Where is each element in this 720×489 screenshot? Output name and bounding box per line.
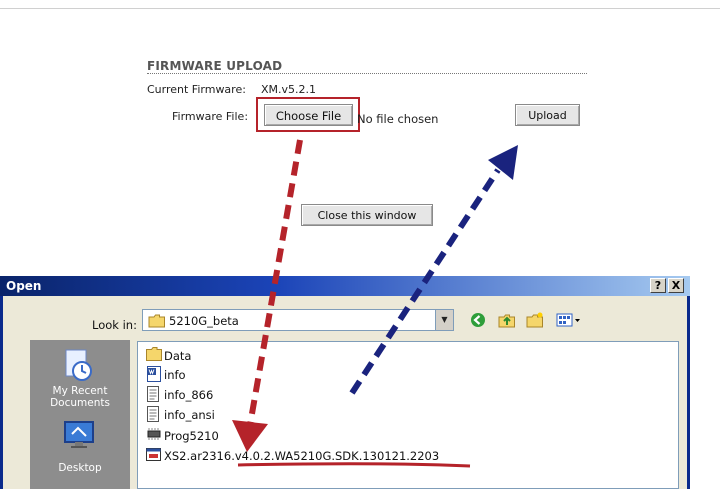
firmware-file-label: Firmware File:	[172, 110, 249, 123]
folder-icon	[146, 347, 162, 364]
dialog-titlebar[interactable]: Open ? X	[0, 276, 690, 296]
text-file-icon	[146, 386, 160, 405]
file-list[interactable]: Data info info_866 info_ansi Prog5210 XS…	[137, 341, 679, 489]
chip-icon	[146, 427, 162, 444]
new-folder-icon[interactable]	[526, 312, 544, 332]
current-firmware-label: Current Firmware:	[147, 83, 246, 96]
help-button[interactable]: ?	[650, 278, 666, 293]
blue-arrow-head	[488, 145, 518, 180]
dialog-title: Open	[6, 279, 42, 293]
current-firmware-value: XM.v5.2.1	[261, 83, 317, 96]
desktop-icon[interactable]	[63, 420, 95, 454]
dialog-close-button[interactable]: X	[668, 278, 684, 293]
file-name: info_866	[164, 388, 214, 402]
file-name: info	[164, 368, 186, 382]
look-in-value: 5210G_beta	[169, 314, 239, 328]
back-icon[interactable]	[470, 312, 486, 332]
look-in-dropdown[interactable]: 5210G_beta ▼	[142, 309, 454, 331]
close-window-button[interactable]: Close this window	[301, 204, 433, 226]
text-file-icon	[146, 406, 160, 425]
no-file-chosen-text: No file chosen	[357, 112, 439, 126]
heading-divider	[147, 73, 587, 74]
recent-documents-icon[interactable]	[62, 348, 96, 386]
places-bar: My Recent Documents Desktop	[30, 340, 130, 489]
file-name: info_ansi	[164, 408, 215, 422]
folder-icon	[148, 313, 166, 332]
top-divider	[0, 8, 720, 9]
look-in-label: Look in:	[92, 318, 137, 332]
choose-file-button[interactable]: Choose File	[264, 104, 353, 126]
place-label-recent[interactable]: My Recent Documents	[30, 385, 130, 409]
word-document-icon	[146, 366, 162, 385]
upload-button[interactable]: Upload	[515, 104, 580, 126]
file-name: Prog5210	[164, 429, 219, 443]
firmware-file-icon	[146, 447, 162, 466]
firmware-upload-heading: FIRMWARE UPLOAD	[147, 59, 283, 73]
up-folder-icon[interactable]	[498, 312, 516, 332]
place-label-desktop[interactable]: Desktop	[30, 462, 130, 474]
chevron-down-icon[interactable]: ▼	[435, 310, 453, 330]
view-menu-icon[interactable]	[556, 312, 582, 332]
file-name: XS2.ar2316.v4.0.2.WA5210G.SDK.130121.220…	[164, 449, 440, 463]
file-name: Data	[164, 349, 192, 363]
